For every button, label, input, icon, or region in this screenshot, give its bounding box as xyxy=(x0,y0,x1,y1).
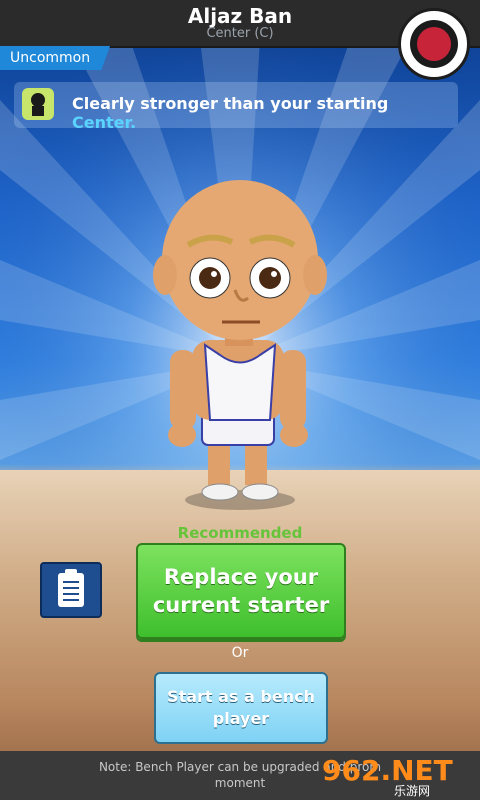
bench-line-2: player xyxy=(212,709,270,728)
comparison-text: Clearly stronger than your starting Cent… xyxy=(72,94,458,132)
recommended-label: Recommended xyxy=(177,524,303,542)
skill-icon xyxy=(22,88,54,120)
or-label: Or xyxy=(231,645,249,661)
player-character xyxy=(153,180,327,510)
site-watermark: 962.NET 乐游网 xyxy=(322,754,472,798)
watermark-main: 962.NET xyxy=(322,754,453,787)
clipboard-button[interactable] xyxy=(40,562,102,618)
comparison-banner: Clearly stronger than your starting Cent… xyxy=(14,82,458,132)
bench-player-button[interactable]: Start as a bench player xyxy=(154,672,328,744)
comparison-prefix: Clearly stronger than your starting xyxy=(72,94,389,113)
bench-line-1: Start as a bench xyxy=(167,687,315,706)
replace-starter-button[interactable]: Replace your current starter xyxy=(136,543,346,639)
replace-line-1: Replace your xyxy=(163,565,319,589)
comparison-highlight: Center. xyxy=(72,113,137,132)
clipboard-icon xyxy=(58,569,84,607)
replace-line-2: current starter xyxy=(152,593,330,617)
rarity-badge: Uncommon xyxy=(0,46,111,70)
team-logo-icon[interactable] xyxy=(398,8,470,80)
player-detail-screen: Aljaz Ban Center (C) Uncommon Clearly st… xyxy=(0,0,480,800)
watermark-sub: 乐游网 xyxy=(394,784,431,798)
